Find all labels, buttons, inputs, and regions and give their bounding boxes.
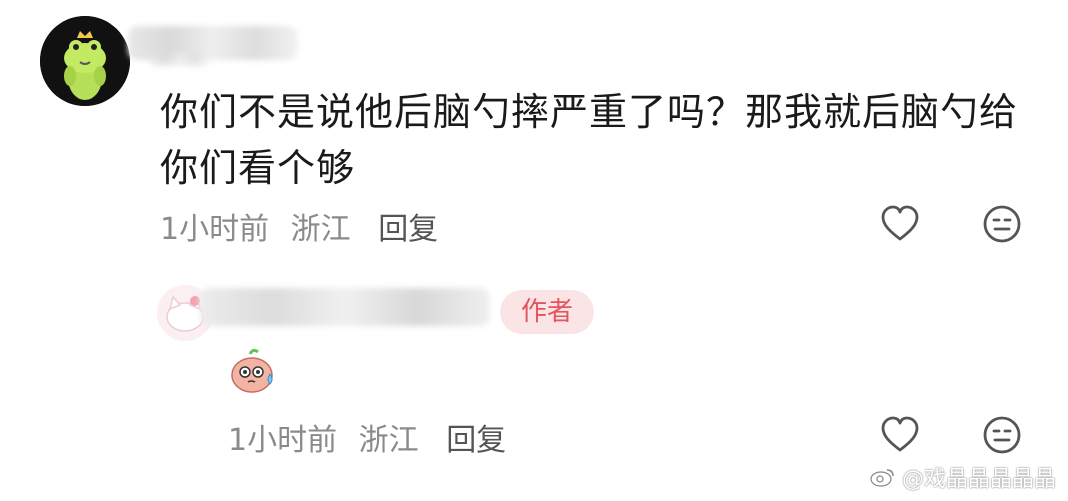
meh-face-icon (983, 205, 1021, 243)
user-tag-blurred (150, 52, 210, 66)
reply-username-blurred[interactable] (200, 288, 490, 326)
reply-meta: 1小时前 浙江 回复 (228, 415, 518, 459)
watermark-text: @戏晶晶晶晶晶 (901, 467, 1056, 492)
reply-sticker (228, 346, 278, 396)
frog-avatar-icon (40, 16, 130, 106)
meh-face-icon (983, 416, 1021, 454)
weibo-watermark: @戏晶晶晶晶晶 (870, 461, 1056, 493)
heart-icon (881, 416, 919, 452)
like-button[interactable] (878, 202, 922, 246)
comment-text: 你们不是说他后脑勺摔严重了吗？那我就后脑勺给你们看个够 (160, 90, 1019, 190)
reply-like-button[interactable] (878, 413, 922, 457)
author-badge: 作者 (500, 290, 594, 334)
reply-location: 浙江 (358, 423, 419, 458)
sweat-face-sticker-icon (231, 348, 273, 393)
comment-location: 浙江 (290, 212, 351, 247)
reply-time: 1小时前 (228, 423, 338, 458)
avatar[interactable] (40, 16, 130, 106)
dislike-button[interactable] (980, 202, 1024, 246)
reply-reply-button[interactable]: 回复 (446, 423, 506, 458)
comment-reply-button[interactable]: 回复 (378, 212, 438, 247)
reply-dislike-button[interactable] (980, 413, 1024, 457)
weibo-logo-icon (870, 469, 894, 487)
comment-meta: 1小时前 浙江 回复 (160, 204, 450, 248)
comment-time: 1小时前 (160, 212, 270, 247)
heart-icon (881, 205, 919, 241)
